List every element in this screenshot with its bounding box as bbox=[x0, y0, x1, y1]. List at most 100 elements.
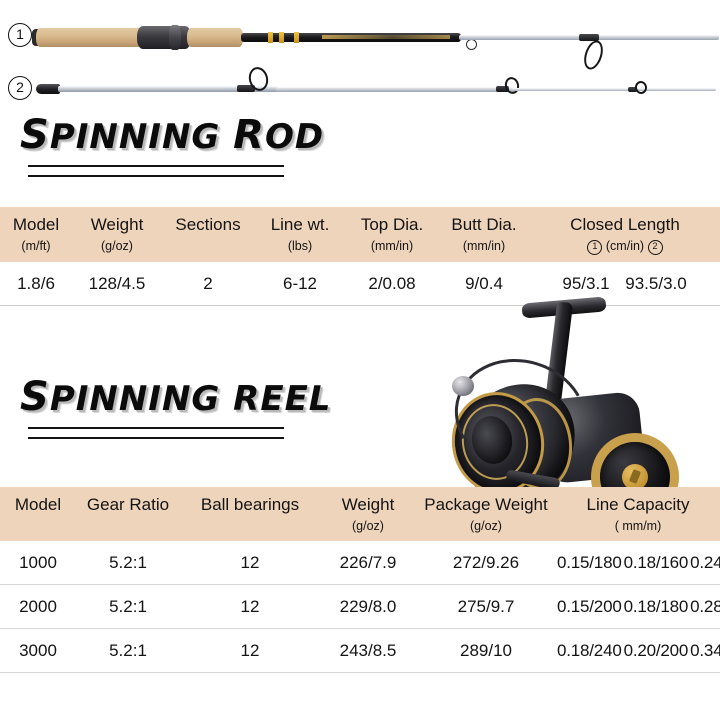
rod-cork-grip-rear bbox=[36, 28, 142, 47]
rod-title-pinning: PINNING bbox=[49, 117, 221, 157]
reel-table-header: Model Gear Ratio Ball bearings Weight (g… bbox=[0, 487, 720, 541]
reel-cell-ball-bearings: 12 bbox=[180, 584, 320, 629]
table-row: 3000 5.2:1 12 243/8.5 289/10 0.18/240 0.2… bbox=[0, 628, 720, 673]
rod-gold-wrap-3 bbox=[294, 32, 299, 43]
table-row: 1000 5.2:1 12 226/7.9 272/9.26 0.15/180 0… bbox=[0, 540, 720, 585]
rod-title-od: OD bbox=[264, 117, 325, 157]
rod-guide-ring-1 bbox=[580, 38, 607, 72]
rod-cell-model: 1.8/6 bbox=[0, 262, 72, 307]
rod-col-weight: Weight (g/oz) bbox=[72, 207, 162, 262]
rod-col-line-wt-unit: (lbs) bbox=[287, 239, 313, 254]
reel-cell-line-capacity: 0.18/2400.20/2000.34/100 bbox=[556, 628, 720, 673]
reel-cell-weight: 229/8.0 bbox=[320, 584, 416, 629]
reel-cell-model: 1000 bbox=[0, 540, 76, 585]
reel-title-reel: REEL bbox=[233, 379, 332, 419]
rod-reel-seat bbox=[137, 26, 191, 49]
rod-tip-guide-ring-2 bbox=[503, 75, 521, 96]
rod-col-top-dia-unit: (mm/in) bbox=[370, 239, 414, 254]
rod-table-header-row: Model (m/ft) Weight (g/oz) Sections Line… bbox=[0, 207, 720, 263]
rod-section-1-marker: 1 bbox=[8, 23, 32, 47]
reel-cell-cap-1: 0.15/200 bbox=[557, 596, 622, 616]
rod-col-model: Model (m/ft) bbox=[0, 207, 72, 262]
rod-title-rule-2 bbox=[28, 175, 284, 177]
reel-title-pinning: PINNING bbox=[49, 379, 221, 419]
rod-tip-guide-ring-3 bbox=[633, 79, 649, 96]
reel-cell-cap-1: 0.18/240 bbox=[557, 640, 622, 660]
reel-cell-package-weight: 272/9.26 bbox=[416, 540, 556, 585]
rod-decal-text bbox=[322, 35, 450, 39]
reel-cell-ball-bearings: 12 bbox=[180, 540, 320, 585]
rod-col-butt-dia-unit: (mm/in) bbox=[462, 239, 506, 254]
reel-col-ball-bearings: Ball bearings bbox=[200, 495, 300, 514]
spinning-rod-title-block: SPINNING ROD bbox=[0, 112, 720, 185]
rod-section-2-illustration bbox=[36, 65, 716, 104]
rod-reel-seat-ring bbox=[169, 25, 181, 50]
reel-col-line-capacity: Line Capacity ( mm/m) bbox=[556, 487, 720, 541]
rod-cell-weight: 128/4.5 bbox=[72, 262, 162, 307]
rod-stripper-guide bbox=[466, 39, 477, 50]
reel-cell-gear-ratio: 5.2:1 bbox=[76, 628, 180, 673]
rod-ferrule-cap bbox=[36, 84, 60, 94]
rod-gold-wrap-2 bbox=[279, 32, 284, 43]
reel-col-weight: Weight (g/oz) bbox=[320, 487, 416, 541]
rod-cell-closed-length-2: 93.5/3.0 bbox=[625, 274, 687, 294]
rod-table-header: Model (m/ft) Weight (g/oz) Sections Line… bbox=[0, 207, 720, 263]
reel-table-body: 1000 5.2:1 12 226/7.9 272/9.26 0.15/180 0… bbox=[0, 540, 720, 673]
closed-length-marker-1: 1 bbox=[587, 240, 603, 256]
reel-line-roller bbox=[452, 376, 474, 396]
reel-col-gear-ratio: Gear Ratio bbox=[86, 495, 170, 514]
rod-col-weight-unit: (g/oz) bbox=[101, 239, 133, 254]
rod-cell-top-dia: 2/0.08 bbox=[346, 262, 438, 307]
reel-table-header-row: Model Gear Ratio Ball bearings Weight (g… bbox=[0, 487, 720, 541]
closed-length-marker-2: 2 bbox=[647, 240, 663, 256]
reel-cell-weight: 243/8.5 bbox=[320, 628, 416, 673]
reel-cell-ball-bearings: 12 bbox=[180, 628, 320, 673]
rod-section-2-marker: 2 bbox=[8, 76, 32, 100]
reel-cell-cap-3: 0.28/100 bbox=[690, 596, 720, 616]
rod-product-figure: 1 2 bbox=[0, 0, 720, 112]
rod-col-top-dia: Top Dia. (mm/in) bbox=[346, 207, 438, 262]
reel-col-line-capacity-unit: ( mm/m) bbox=[614, 519, 662, 534]
reel-title-rule-1 bbox=[28, 427, 284, 429]
reel-cell-line-capacity: 0.15/2000.18/1800.28/100 bbox=[556, 584, 720, 629]
rod-spec-table: Model (m/ft) Weight (g/oz) Sections Line… bbox=[0, 207, 720, 307]
rod-col-model-unit: (m/ft) bbox=[21, 239, 51, 254]
rod-title-cap-r: R bbox=[233, 112, 265, 158]
rod-title-cap-s: S bbox=[20, 112, 50, 158]
reel-cell-model: 2000 bbox=[0, 584, 76, 629]
reel-cell-package-weight: 275/9.7 bbox=[416, 584, 556, 629]
rod-col-closed-length: Closed Length 1 (cm/in) 2 bbox=[530, 207, 720, 262]
rod-cork-grip-front bbox=[187, 28, 243, 47]
reel-col-package-weight-unit: (g/oz) bbox=[470, 519, 502, 534]
rod-tip-blank-b bbox=[276, 87, 516, 92]
rod-cell-closed-length-1: 95/3.1 bbox=[562, 274, 610, 294]
reel-cell-gear-ratio: 5.2:1 bbox=[76, 584, 180, 629]
rod-tip-blank-c bbox=[512, 88, 716, 91]
reel-cell-cap-2: 0.18/180 bbox=[623, 596, 689, 616]
reel-cell-cap-2: 0.20/200 bbox=[623, 640, 689, 660]
rod-col-line-wt: Line wt. (lbs) bbox=[254, 207, 346, 262]
rod-gold-wrap-1 bbox=[268, 32, 273, 43]
rod-title-rule-1 bbox=[28, 165, 284, 167]
rod-section-1-illustration bbox=[32, 22, 719, 72]
reel-col-weight-unit: (g/oz) bbox=[352, 519, 384, 534]
spinning-rod-title: SPINNING ROD bbox=[0, 112, 720, 158]
reel-cell-model: 3000 bbox=[0, 628, 76, 673]
rod-col-sections: Sections bbox=[175, 215, 241, 234]
reel-cell-gear-ratio: 5.2:1 bbox=[76, 540, 180, 585]
rod-col-closed-length-unit: 1 (cm/in) 2 bbox=[530, 239, 720, 256]
rod-title-rules bbox=[0, 165, 720, 177]
reel-cell-cap-2: 0.18/160 bbox=[623, 552, 689, 572]
reel-cell-cap-1: 0.15/180 bbox=[557, 552, 622, 572]
rod-cell-sections: 2 bbox=[162, 262, 254, 307]
reel-col-model: Model bbox=[14, 495, 62, 514]
reel-cell-cap-3: 0.24/100 bbox=[690, 552, 720, 572]
reel-cell-cap-3: 0.34/100 bbox=[690, 640, 720, 660]
reel-title-rule-2 bbox=[28, 437, 284, 439]
rod-cell-line-wt: 6-12 bbox=[254, 262, 346, 307]
reel-cell-line-capacity: 0.15/1800.18/1600.24/100 bbox=[556, 540, 720, 585]
reel-cell-package-weight: 289/10 bbox=[416, 628, 556, 673]
reel-spec-table: Model Gear Ratio Ball bearings Weight (g… bbox=[0, 487, 720, 673]
reel-col-package-weight: Package Weight (g/oz) bbox=[416, 487, 556, 541]
table-row: 2000 5.2:1 12 229/8.0 275/9.7 0.15/200 0.… bbox=[0, 584, 720, 629]
